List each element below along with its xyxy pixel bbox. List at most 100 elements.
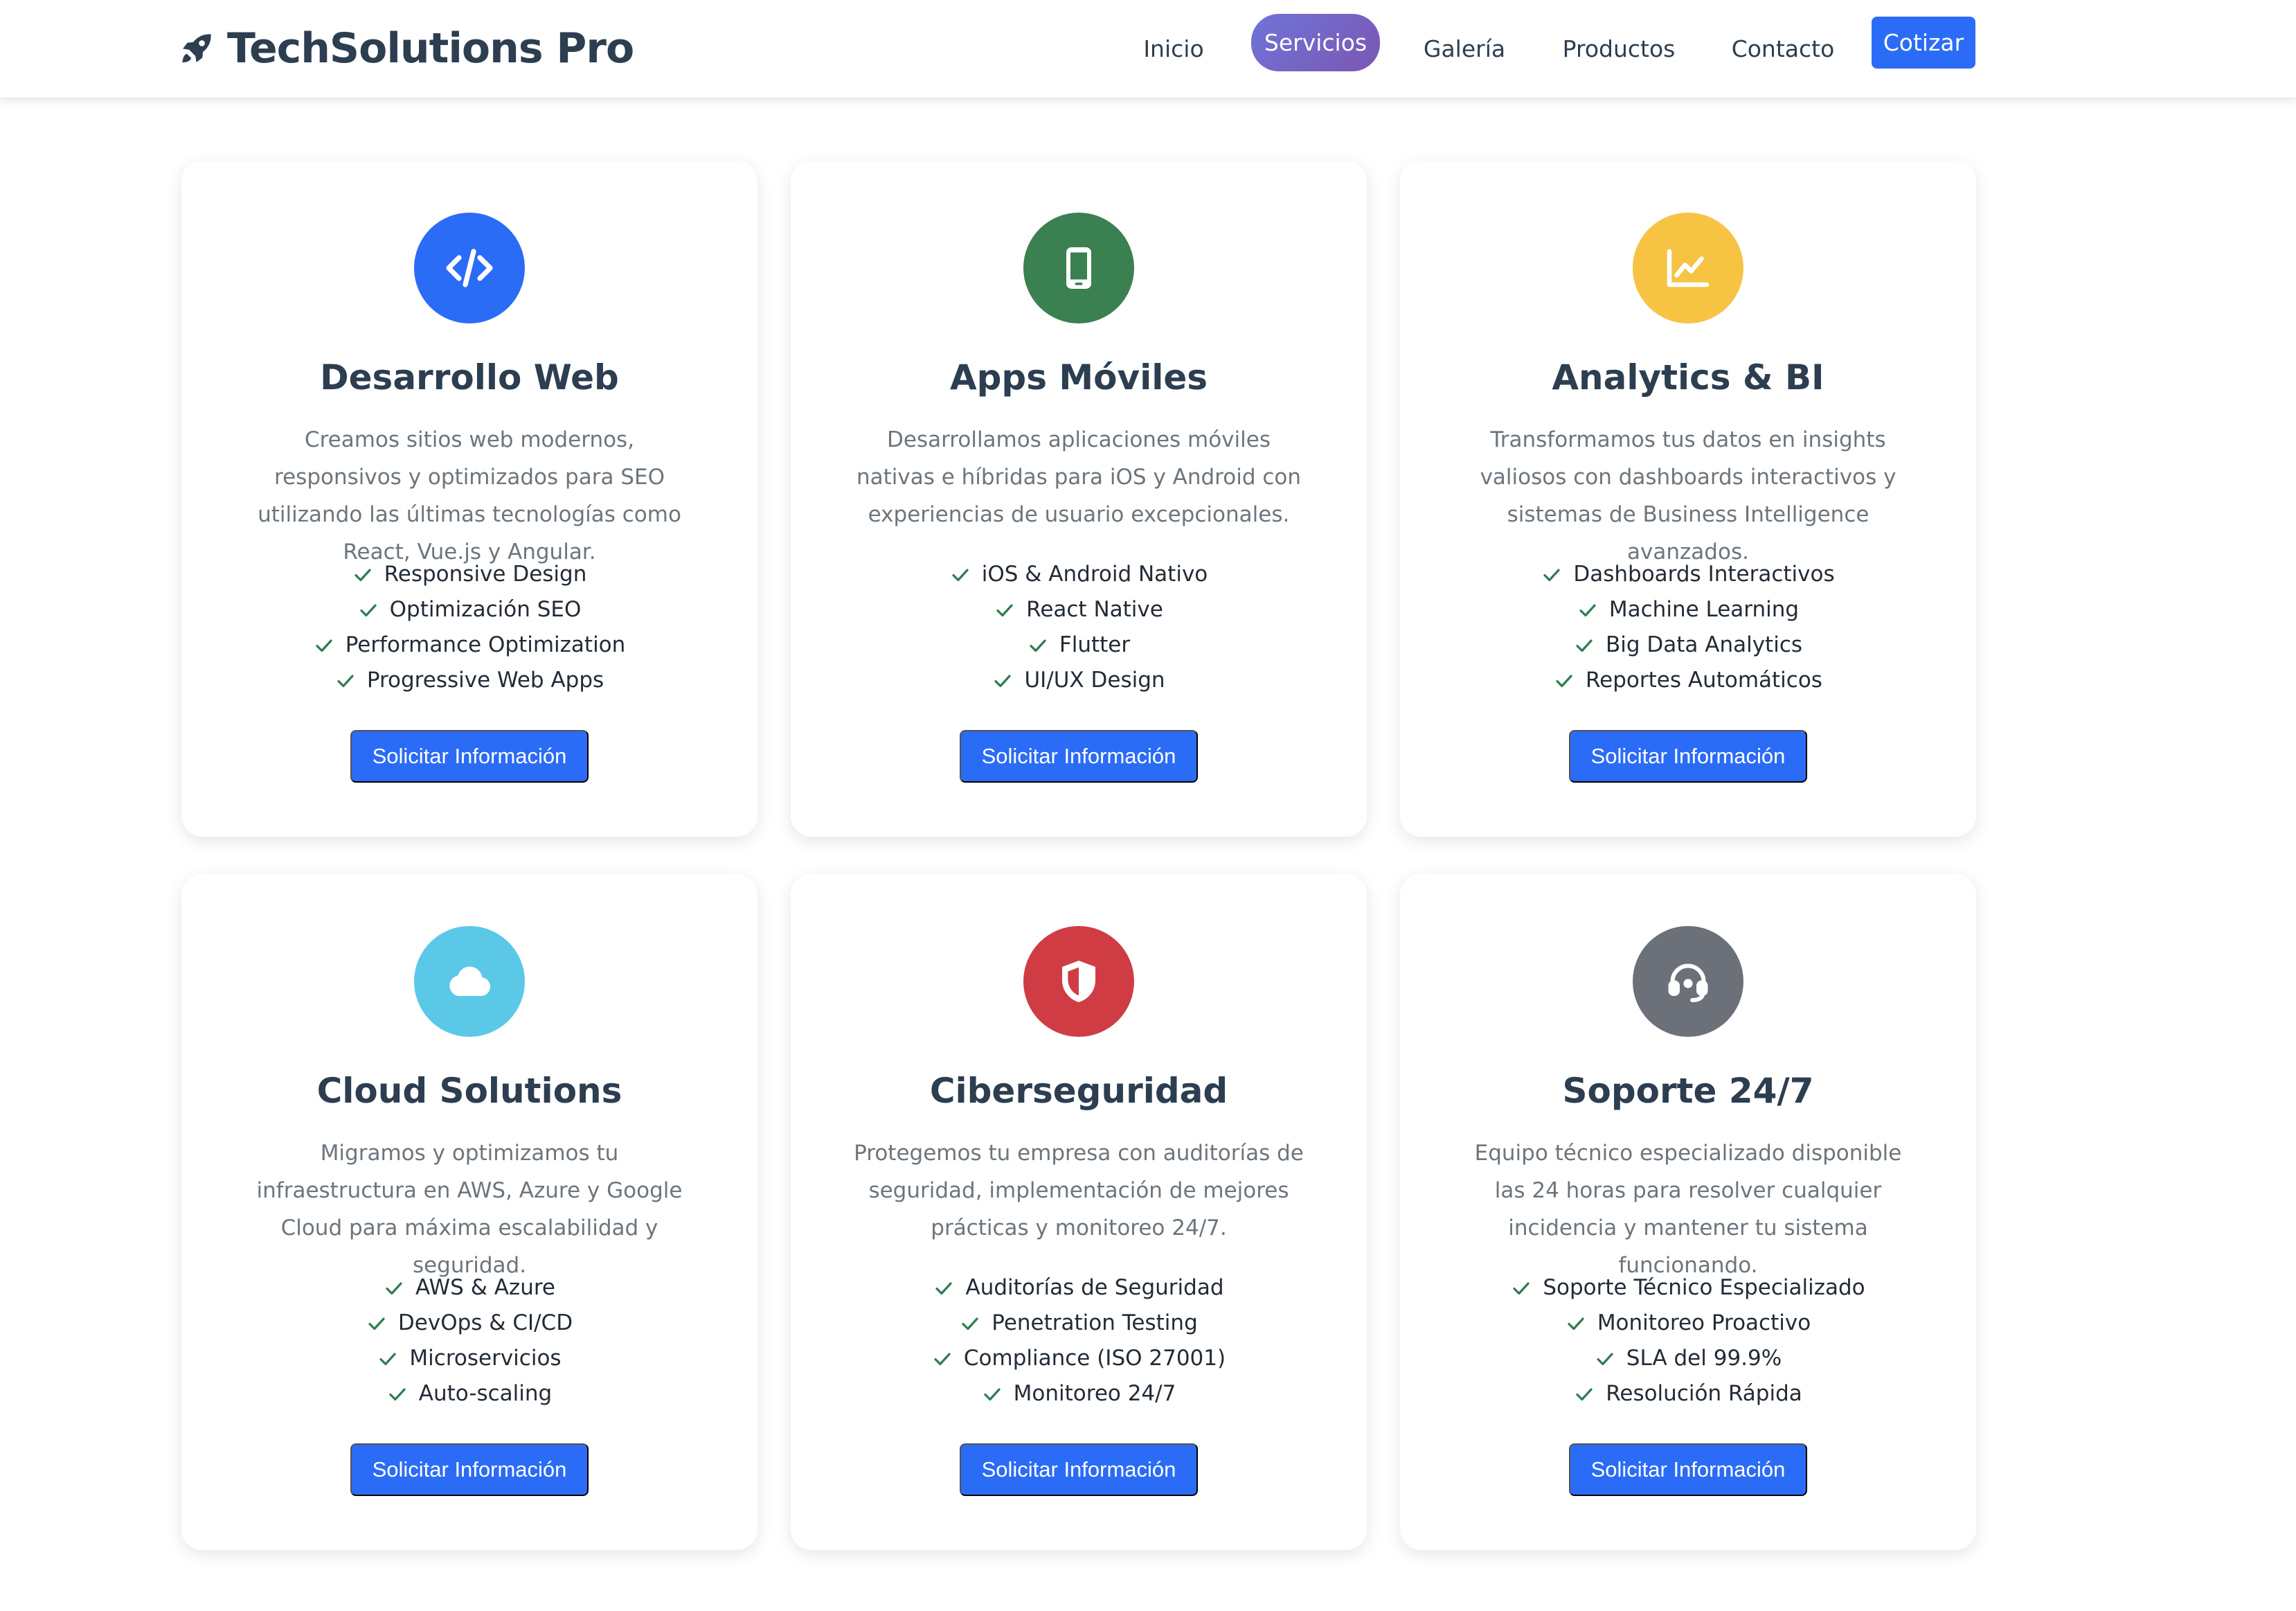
solicitar-informacion-button[interactable]: Solicitar Información [1569, 1443, 1807, 1496]
feature-item: Performance Optimization [181, 628, 757, 663]
feature-label: Resolución Rápida [1606, 1381, 1802, 1406]
feature-item: Auto-scaling [181, 1376, 757, 1412]
feature-label: Dashboards Interactivos [1573, 562, 1835, 587]
check-icon [1030, 639, 1046, 652]
feature-item: Monitoreo 24/7 [791, 1376, 1367, 1412]
service-icon-circle [1633, 213, 1743, 323]
feature-label: Flutter [1059, 632, 1131, 657]
service-icon-circle [1023, 213, 1134, 323]
service-card-soporte: Soporte 24/7 Equipo técnico especializad… [1400, 874, 1976, 1550]
feature-item: Compliance (ISO 27001) [791, 1341, 1367, 1376]
service-description: Transformamos tus datos en insights vali… [1480, 427, 1896, 564]
check-icon [994, 675, 1012, 687]
solicitar-informacion-button[interactable]: Solicitar Información [350, 1443, 589, 1496]
feature-list: iOS & Android Nativo React Native Flutte… [791, 557, 1367, 698]
check-icon [355, 569, 371, 581]
feature-label: DevOps & CI/CD [397, 1310, 573, 1335]
feature-label: Soporte Técnico Especializado [1543, 1275, 1865, 1300]
feature-label: Auditorías de Seguridad [965, 1275, 1224, 1300]
cloud-icon [449, 966, 491, 996]
service-icon-circle [1023, 926, 1134, 1037]
feature-label: UI/UX Design [1024, 668, 1165, 693]
feature-label: AWS & Azure [415, 1275, 555, 1300]
check-icon [1568, 1317, 1584, 1330]
feature-item: Soporte Técnico Especializado [1400, 1270, 1976, 1306]
service-card-ciberseguridad: Ciberseguridad Protegemos tu empresa con… [791, 874, 1367, 1550]
check-icon [360, 604, 377, 616]
feature-item: Monitoreo Proactivo [1400, 1306, 1976, 1341]
service-description: Protegemos tu empresa con auditorías de … [854, 1141, 1304, 1240]
feature-list: AWS & Azure DevOps & CI/CD Microservicio… [181, 1270, 757, 1412]
solicitar-informacion-button[interactable]: Solicitar Información [1569, 730, 1807, 783]
feature-label: Microservicios [409, 1346, 562, 1371]
check-icon [389, 1388, 406, 1400]
feature-label: Responsive Design [384, 562, 587, 587]
feature-item: AWS & Azure [181, 1270, 757, 1306]
service-card-cloud-solutions: Cloud Solutions Migramos y optimizamos t… [181, 874, 757, 1550]
feature-list: Responsive Design Optimización SEO Perfo… [181, 557, 757, 698]
check-icon [337, 675, 354, 687]
service-description: Migramos y optimizamos tu infraestructur… [256, 1141, 683, 1278]
cotizar-button[interactable]: Cotizar [1872, 17, 1975, 69]
shield-icon [1062, 961, 1095, 1002]
service-title: Soporte 24/7 [1562, 1071, 1814, 1111]
feature-label: Performance Optimization [345, 632, 626, 657]
check-icon [368, 1317, 385, 1330]
check-icon [962, 1317, 978, 1330]
feature-item: Penetration Testing [791, 1306, 1367, 1341]
feature-item: SLA del 99.9% [1400, 1341, 1976, 1376]
feature-item: UI/UX Design [791, 663, 1367, 698]
nav-link-inicio[interactable]: Inicio [1136, 21, 1212, 76]
service-description: Equipo técnico especializado disponible … [1474, 1141, 1902, 1278]
check-icon [379, 1353, 397, 1365]
check-icon [952, 569, 969, 581]
feature-label: Auto-scaling [418, 1381, 553, 1406]
feature-item: Machine Learning [1400, 592, 1976, 628]
brand-logo[interactable]: TechSolutions Pro [179, 21, 634, 76]
feature-item: Auditorías de Seguridad [791, 1270, 1367, 1306]
feature-item: Resolución Rápida [1400, 1376, 1976, 1412]
feature-item: Responsive Design [181, 557, 757, 592]
service-card-analytics-bi: Analytics & BI Transformamos tus datos e… [1400, 161, 1976, 837]
feature-label: iOS & Android Nativo [981, 562, 1208, 587]
feature-item: Flutter [791, 628, 1367, 663]
brand-name: TechSolutions Pro [227, 24, 634, 73]
check-icon [984, 1388, 1001, 1400]
service-card-apps-moviles: Apps Móviles Desarrollamos aplicaciones … [791, 161, 1367, 837]
feature-label: Reportes Automáticos [1586, 668, 1822, 693]
check-icon [1513, 1282, 1530, 1294]
feature-label: Optimización SEO [389, 597, 582, 622]
check-icon [1579, 604, 1596, 616]
feature-label: SLA del 99.9% [1626, 1346, 1782, 1371]
feature-list: Soporte Técnico Especializado Monitoreo … [1400, 1270, 1976, 1412]
feature-item: Progressive Web Apps [181, 663, 757, 698]
check-icon [1576, 639, 1593, 652]
feature-item: Microservicios [181, 1341, 757, 1376]
nav-link-galeria[interactable]: Galería [1419, 21, 1509, 76]
solicitar-informacion-button[interactable]: Solicitar Información [960, 730, 1198, 783]
check-icon [996, 604, 1013, 616]
solicitar-informacion-button[interactable]: Solicitar Información [350, 730, 589, 783]
line-chart-icon [1667, 249, 1710, 287]
feature-item: Reportes Automáticos [1400, 663, 1976, 698]
feature-label: Compliance (ISO 27001) [963, 1346, 1226, 1371]
feature-list: Auditorías de Seguridad Penetration Test… [791, 1270, 1367, 1412]
nav-link-servicios[interactable]: Servicios [1251, 14, 1380, 71]
navbar: TechSolutions Pro Inicio Servicios Galer… [0, 0, 2296, 98]
feature-label: Penetration Testing [992, 1310, 1198, 1335]
check-icon [1543, 569, 1560, 581]
feature-label: Monitoreo 24/7 [1013, 1381, 1176, 1406]
rocket-icon [182, 34, 211, 63]
feature-label: Machine Learning [1608, 597, 1800, 622]
check-icon [1556, 675, 1572, 687]
service-icon-circle [414, 213, 525, 323]
nav-link-productos[interactable]: Productos [1557, 21, 1681, 76]
service-icon-circle [414, 926, 525, 1037]
service-title: Desarrollo Web [320, 357, 619, 398]
feature-item: React Native [791, 592, 1367, 628]
service-title: Apps Móviles [949, 357, 1208, 398]
feature-label: Big Data Analytics [1605, 632, 1803, 657]
service-description: Creamos sitios web modernos, responsivos… [258, 427, 681, 564]
solicitar-informacion-button[interactable]: Solicitar Información [960, 1443, 1198, 1496]
nav-link-contacto[interactable]: Contacto [1728, 21, 1838, 76]
